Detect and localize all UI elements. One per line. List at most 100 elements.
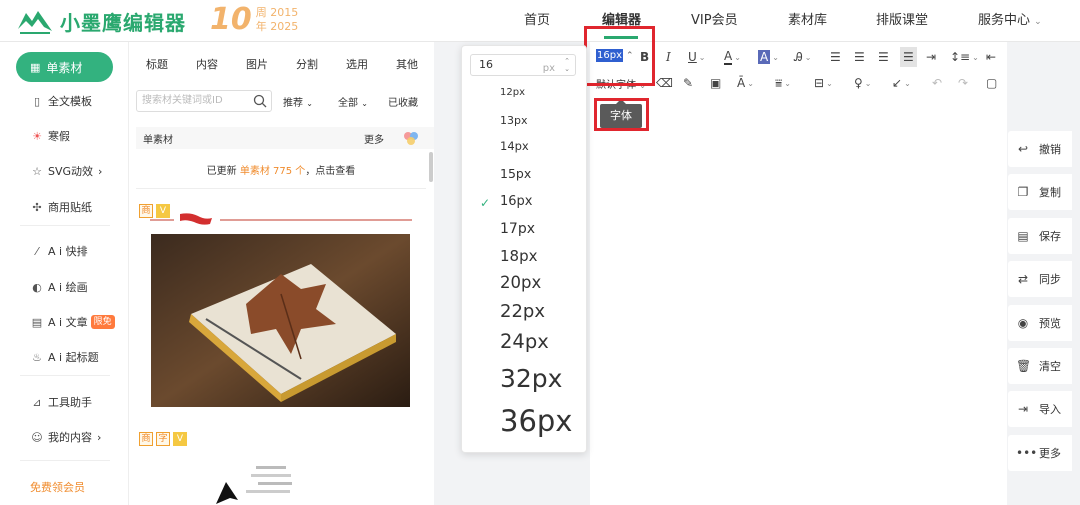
font-size-input[interactable]: 16 px ⌃ ⌄ <box>470 54 576 76</box>
material-panel: 标题 内容 图片 分割 选用 其他 搜索材关键词或ID 推荐 ⌄ 全部 ⌄ 已收… <box>128 42 434 505</box>
copy-button[interactable]: ❐ 复制 <box>1008 174 1072 210</box>
nav-materials[interactable]: 素材库 <box>788 0 827 42</box>
preview-button[interactable]: ◉ 预览 <box>1008 305 1072 341</box>
format-painter-button[interactable]: ✎ <box>683 74 693 92</box>
star-icon: ☆ <box>32 164 42 178</box>
menu-item-ai-article[interactable]: ▤ A i 文章 限免 <box>30 312 115 332</box>
undo-icon: ↶ <box>932 76 943 90</box>
menu-item-template[interactable]: ▯ 全文模板 <box>30 91 92 111</box>
font-size-option[interactable]: 24px <box>500 332 549 352</box>
tab-other[interactable]: 其他 <box>396 56 418 72</box>
tab-title[interactable]: 标题 <box>146 56 168 72</box>
menu-item-ai-draw[interactable]: ◐ A i 绘画 <box>30 277 87 297</box>
text-effect-button[interactable]: Ꭿ ⌄ <box>794 48 811 66</box>
insert-image-button[interactable]: ▣ <box>710 74 721 92</box>
line-height-button[interactable]: ↕≡ ⌄ <box>950 48 979 66</box>
free-member-link[interactable]: 免费领会员 <box>30 479 85 495</box>
menu-item-stickers[interactable]: ✣ 商用贴纸 <box>30 197 92 217</box>
menu-item-single-material[interactable]: ▦ 单素材 <box>16 52 113 82</box>
font-size-option[interactable]: 18px <box>500 249 538 264</box>
import-button[interactable]: ⇥ 导入 <box>1008 391 1072 427</box>
more-button[interactable]: ••• 更多 <box>1008 435 1072 471</box>
fullscreen-button[interactable]: ▢ <box>986 74 997 92</box>
paragraph-spacing-button[interactable]: ⩸ ⌄ <box>775 74 791 92</box>
save-button[interactable]: ▤ 保存 <box>1008 218 1072 254</box>
idea-button[interactable]: ♀ ⌄ <box>854 74 872 92</box>
sync-button[interactable]: ⇄ 同步 <box>1008 261 1072 297</box>
update-notice[interactable]: 已更新 单素材 775 个，点击查看 <box>136 155 426 189</box>
align-justify-button[interactable]: ☰ <box>900 47 917 67</box>
line-height-icon: ↕≡ <box>950 50 971 64</box>
clear-button[interactable]: 🗑 清空 <box>1008 348 1072 384</box>
nav-vip[interactable]: VIP会员 <box>691 0 738 42</box>
font-size-option[interactable]: 22px <box>500 303 545 321</box>
margin-icon: ⊟ <box>814 76 825 90</box>
menu-item-ai-title[interactable]: ♨ A i 起标题 <box>30 347 99 367</box>
redo-toolbar-button[interactable]: ↷ <box>958 74 968 92</box>
clear-format-button[interactable]: ⌫ <box>656 74 673 92</box>
nav-course[interactable]: 排版课堂 <box>876 0 928 42</box>
template-icon: ▯ <box>33 94 41 108</box>
font-size-option[interactable]: 17px <box>500 222 535 236</box>
more-link[interactable]: 更多 <box>364 131 384 146</box>
font-size-option[interactable]: 20px <box>500 274 541 292</box>
bg-color-button[interactable]: A ⌄ <box>758 48 779 66</box>
filter-recommend[interactable]: 推荐 ⌄ <box>283 94 313 109</box>
material-card[interactable]: 商字V <box>136 426 427 505</box>
tab-content[interactable]: 内容 <box>196 56 218 72</box>
search-input[interactable]: 搜索材关键词或ID <box>136 90 272 112</box>
chevron-right-icon: › <box>97 430 102 444</box>
indent-button[interactable]: ⇥ <box>926 48 936 66</box>
arrow-button[interactable]: ↙ ⌄ <box>892 74 911 92</box>
menu-item-svg[interactable]: ☆ SVG动效 › <box>30 161 102 181</box>
editor-area[interactable] <box>590 42 1007 505</box>
nav-home[interactable]: 首页 <box>524 0 550 42</box>
tab-picked[interactable]: 选用 <box>346 56 368 72</box>
anniversary-line2: 年 2025 <box>255 20 299 33</box>
vip-tag: V <box>173 432 187 446</box>
nav-service[interactable]: 服务中心 ⌄ <box>978 0 1042 42</box>
font-size-option[interactable]: 13px <box>500 115 528 126</box>
font-size-option[interactable]: 36px <box>500 407 572 436</box>
search-icon[interactable] <box>253 94 267 108</box>
menu-item-ai-layout[interactable]: ⁄ A i 快排 <box>30 241 88 261</box>
font-size-option[interactable]: 32px <box>500 366 562 391</box>
chevron-down-icon: ⌄ <box>904 78 911 88</box>
font-size-option[interactable]: 12px <box>500 88 525 98</box>
menu-item-label: A i 快排 <box>48 245 88 258</box>
tab-divider[interactable]: 分割 <box>296 56 318 72</box>
align-center-button[interactable]: ☰ <box>854 48 865 66</box>
filter-all[interactable]: 全部 ⌄ <box>338 94 368 109</box>
snow-icon: ☀ <box>32 129 42 143</box>
font-size-option[interactable]: 15px <box>500 167 531 181</box>
eagle-logo-icon <box>18 11 52 34</box>
filter-favorites[interactable]: 已收藏 <box>388 94 418 109</box>
eraser-icon: ⌫ <box>656 76 673 90</box>
stepper-icon[interactable]: ⌃ ⌄ <box>561 57 573 73</box>
filter-label: 推荐 <box>283 98 303 109</box>
undo-toolbar-button[interactable]: ↶ <box>932 74 942 92</box>
scrollbar[interactable] <box>429 152 433 182</box>
menu-item-tools[interactable]: ⊿ 工具助手 <box>30 392 92 412</box>
align-right-button[interactable]: ☰ <box>878 48 889 66</box>
tab-image[interactable]: 图片 <box>246 56 268 72</box>
chevron-down-icon: ⌄ <box>772 52 779 62</box>
font-size-option-selected[interactable]: 16px <box>500 195 533 208</box>
image-icon: ▣ <box>710 76 722 90</box>
italic-button[interactable]: I <box>666 48 671 66</box>
material-card[interactable]: 商V <box>136 194 427 414</box>
menu-item-label: 单素材 <box>46 60 83 75</box>
logo[interactable]: 小墨鹰编辑器 <box>16 6 186 36</box>
exit-button[interactable]: ⇤ <box>986 48 996 66</box>
align-left-button[interactable]: ☰ <box>830 48 841 66</box>
undo-button[interactable]: ↩ 撤销 <box>1008 131 1072 167</box>
underline-button[interactable]: U ⌄ <box>688 48 706 66</box>
letter-spacing-button[interactable]: Ā ⌄ <box>737 74 754 92</box>
paragraph-spacing-icon: ⩸ <box>775 75 783 90</box>
menu-item-winter[interactable]: ☀ 寒假 <box>30 126 70 146</box>
menu-item-my-content[interactable]: ☺ 我的内容 › <box>30 427 101 447</box>
margin-button[interactable]: ⊟ ⌄ <box>814 74 833 92</box>
font-color-button[interactable]: A ⌄ <box>724 48 741 66</box>
font-size-option[interactable]: 14px <box>500 140 529 153</box>
font-color-icon: A <box>724 48 733 65</box>
